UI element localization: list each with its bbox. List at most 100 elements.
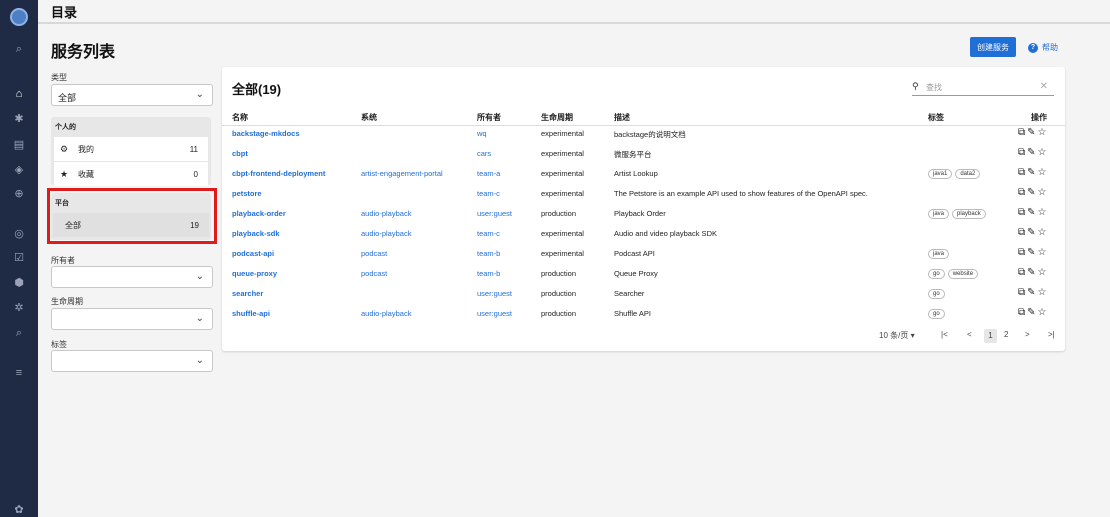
- target-icon[interactable]: ◎: [0, 227, 38, 241]
- open-external-icon[interactable]: ⧉: [1018, 207, 1027, 218]
- open-external-icon[interactable]: ⧉: [1018, 307, 1027, 318]
- cell-owner[interactable]: wq: [477, 129, 487, 138]
- cell-owner[interactable]: user:guest: [477, 289, 512, 298]
- table-row[interactable]: backstage-mkdocs wq experimental backstage的…: [222, 125, 1065, 145]
- shield-icon[interactable]: ⬢: [0, 276, 38, 290]
- open-external-icon[interactable]: ⧉: [1018, 227, 1027, 238]
- edit-icon[interactable]: ✎: [1027, 267, 1037, 278]
- star-outline-icon[interactable]: ☆: [1038, 127, 1049, 138]
- star-outline-icon[interactable]: ☆: [1038, 147, 1049, 158]
- next-page-icon[interactable]: >: [1025, 330, 1030, 339]
- table-row[interactable]: queue-proxy podcast team-b production Queue …: [222, 265, 1065, 285]
- cell-owner[interactable]: team-c: [477, 229, 500, 238]
- plus-circle-icon[interactable]: ⊕: [0, 187, 38, 201]
- edit-icon[interactable]: ✎: [1027, 187, 1037, 198]
- cell-name[interactable]: cbpt-frontend-deployment: [232, 169, 325, 178]
- logo-icon[interactable]: [10, 8, 28, 26]
- open-external-icon[interactable]: ⧉: [1018, 287, 1027, 298]
- menu-icon[interactable]: ≡: [0, 366, 38, 380]
- edit-icon[interactable]: ✎: [1027, 307, 1037, 318]
- column-header-owner[interactable]: 所有者: [477, 112, 501, 123]
- star-outline-icon[interactable]: ☆: [1038, 207, 1049, 218]
- help-link[interactable]: ? 帮助: [1028, 42, 1058, 53]
- open-external-icon[interactable]: ⧉: [1018, 147, 1027, 158]
- table-row[interactable]: petstore team-c experimental The Petstore i…: [222, 185, 1065, 205]
- type-select[interactable]: 全部 ⌄: [51, 84, 213, 106]
- cell-name[interactable]: searcher: [232, 289, 263, 298]
- clear-icon[interactable]: ✕: [1040, 81, 1048, 92]
- search-alt-icon[interactable]: ⌕: [0, 326, 38, 340]
- create-service-button[interactable]: 创建服务: [970, 37, 1016, 57]
- last-page-icon[interactable]: >|: [1048, 330, 1055, 339]
- column-header-tags[interactable]: 标签: [928, 112, 944, 123]
- home-icon[interactable]: ⌂: [0, 87, 38, 101]
- cell-owner[interactable]: team-b: [477, 269, 500, 278]
- cell-name[interactable]: shuffle-api: [232, 309, 270, 318]
- tag-chip[interactable]: java: [928, 249, 950, 259]
- settings-icon[interactable]: ✿: [0, 503, 38, 517]
- table-row[interactable]: playback-sdk audio-playback team-c experime…: [222, 225, 1065, 245]
- cell-name[interactable]: cbpt: [232, 149, 248, 158]
- star-outline-icon[interactable]: ☆: [1038, 227, 1049, 238]
- edit-icon[interactable]: ✎: [1027, 127, 1037, 138]
- cell-system[interactable]: artist-engagement-portal: [361, 169, 443, 178]
- cell-owner[interactable]: cars: [477, 149, 491, 158]
- edit-icon[interactable]: ✎: [1027, 287, 1037, 298]
- table-row[interactable]: cbpt-frontend-deployment artist-engagemen…: [222, 165, 1065, 185]
- filter-item-mine[interactable]: ⚙ 我的 11: [54, 137, 208, 161]
- table-row[interactable]: cbpt cars experimental 微服务平台 ⧉✎☆: [222, 145, 1065, 165]
- cell-system[interactable]: audio-playback: [361, 309, 411, 318]
- filter-item-favorites[interactable]: ★ 收藏 0: [54, 162, 208, 186]
- first-page-icon[interactable]: |<: [941, 330, 948, 339]
- docs-icon[interactable]: ▤: [0, 138, 38, 152]
- star-outline-icon[interactable]: ☆: [1038, 267, 1049, 278]
- edit-icon[interactable]: ✎: [1027, 247, 1037, 258]
- tag-chip[interactable]: java: [928, 209, 950, 219]
- table-row[interactable]: shuffle-api audio-playback user:guest produ…: [222, 305, 1065, 325]
- checkbox-icon[interactable]: ☑: [0, 251, 38, 265]
- tag-chip[interactable]: go: [928, 269, 945, 279]
- cell-name[interactable]: petstore: [232, 189, 262, 198]
- table-row[interactable]: podcast-api podcast team-b experimental Podc…: [222, 245, 1065, 265]
- column-header-system[interactable]: 系统: [361, 112, 377, 123]
- tag-chip[interactable]: go: [928, 289, 945, 299]
- cell-system[interactable]: podcast: [361, 249, 387, 258]
- cell-owner[interactable]: team-a: [477, 169, 500, 178]
- tag-chip[interactable]: data2: [955, 169, 981, 179]
- cell-name[interactable]: backstage-mkdocs: [232, 129, 300, 138]
- search-input[interactable]: 查找: [926, 82, 942, 93]
- owner-select[interactable]: ⌄: [51, 266, 213, 288]
- open-external-icon[interactable]: ⧉: [1018, 267, 1027, 278]
- tags-select[interactable]: ⌄: [51, 350, 213, 372]
- puzzle-icon[interactable]: ✱: [0, 112, 38, 126]
- open-external-icon[interactable]: ⧉: [1018, 127, 1027, 138]
- cell-name[interactable]: playback-sdk: [232, 229, 280, 238]
- cell-system[interactable]: podcast: [361, 269, 387, 278]
- open-external-icon[interactable]: ⧉: [1018, 247, 1027, 258]
- table-search[interactable]: ⚲ 查找 ✕: [912, 80, 1054, 96]
- cell-system[interactable]: audio-playback: [361, 229, 411, 238]
- edit-icon[interactable]: ✎: [1027, 227, 1037, 238]
- cell-system[interactable]: audio-playback: [361, 209, 411, 218]
- cell-name[interactable]: podcast-api: [232, 249, 274, 258]
- table-row[interactable]: searcher user:guest production Searcher go ⧉✎…: [222, 285, 1065, 305]
- layers-icon[interactable]: ◈: [0, 163, 38, 177]
- cell-owner[interactable]: team-b: [477, 249, 500, 258]
- column-header-lifecycle[interactable]: 生命周期: [541, 112, 573, 123]
- edit-icon[interactable]: ✎: [1027, 207, 1037, 218]
- lifecycle-select[interactable]: ⌄: [51, 308, 213, 330]
- edit-icon[interactable]: ✎: [1027, 147, 1037, 158]
- star-outline-icon[interactable]: ☆: [1038, 167, 1049, 178]
- cell-owner[interactable]: user:guest: [477, 309, 512, 318]
- cell-name[interactable]: queue-proxy: [232, 269, 277, 278]
- tag-chip[interactable]: java1: [928, 169, 953, 179]
- star-outline-icon[interactable]: ☆: [1038, 187, 1049, 198]
- star-outline-icon[interactable]: ☆: [1038, 307, 1049, 318]
- open-external-icon[interactable]: ⧉: [1018, 187, 1027, 198]
- page-button-2[interactable]: 2: [1004, 330, 1008, 339]
- star-outline-icon[interactable]: ☆: [1038, 287, 1049, 298]
- table-row[interactable]: playback-order audio-playback user:guest pr…: [222, 205, 1065, 225]
- cell-owner[interactable]: team-c: [477, 189, 500, 198]
- tag-chip[interactable]: playback: [952, 209, 986, 219]
- tag-chip[interactable]: website: [947, 269, 979, 279]
